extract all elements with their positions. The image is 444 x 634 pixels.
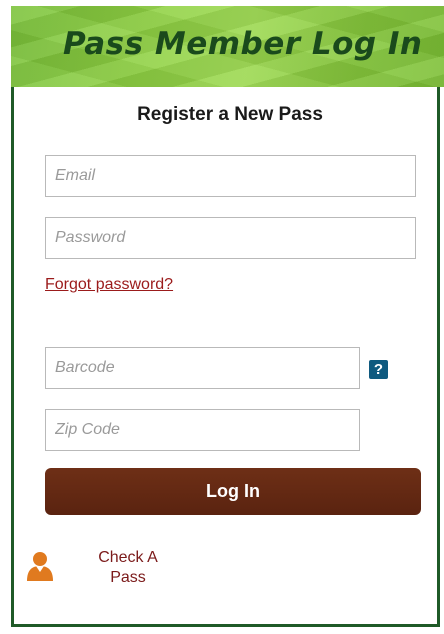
header-banner: Pass Member Log In bbox=[11, 6, 444, 87]
header-title: Pass Member Log In bbox=[63, 26, 423, 62]
password-input[interactable] bbox=[45, 217, 416, 259]
login-card bbox=[11, 6, 440, 627]
form-heading: Register a New Pass bbox=[137, 104, 323, 125]
barcode-input[interactable] bbox=[45, 347, 360, 389]
login-button[interactable]: Log In bbox=[45, 468, 421, 515]
email-input[interactable] bbox=[45, 155, 416, 197]
zip-code-input[interactable] bbox=[45, 409, 360, 451]
check-pass-link[interactable]: Check A Pass bbox=[86, 548, 170, 588]
question-icon[interactable]: ? bbox=[369, 360, 388, 379]
forgot-password-link[interactable]: Forgot password? bbox=[45, 276, 173, 294]
user-icon[interactable] bbox=[26, 551, 54, 581]
